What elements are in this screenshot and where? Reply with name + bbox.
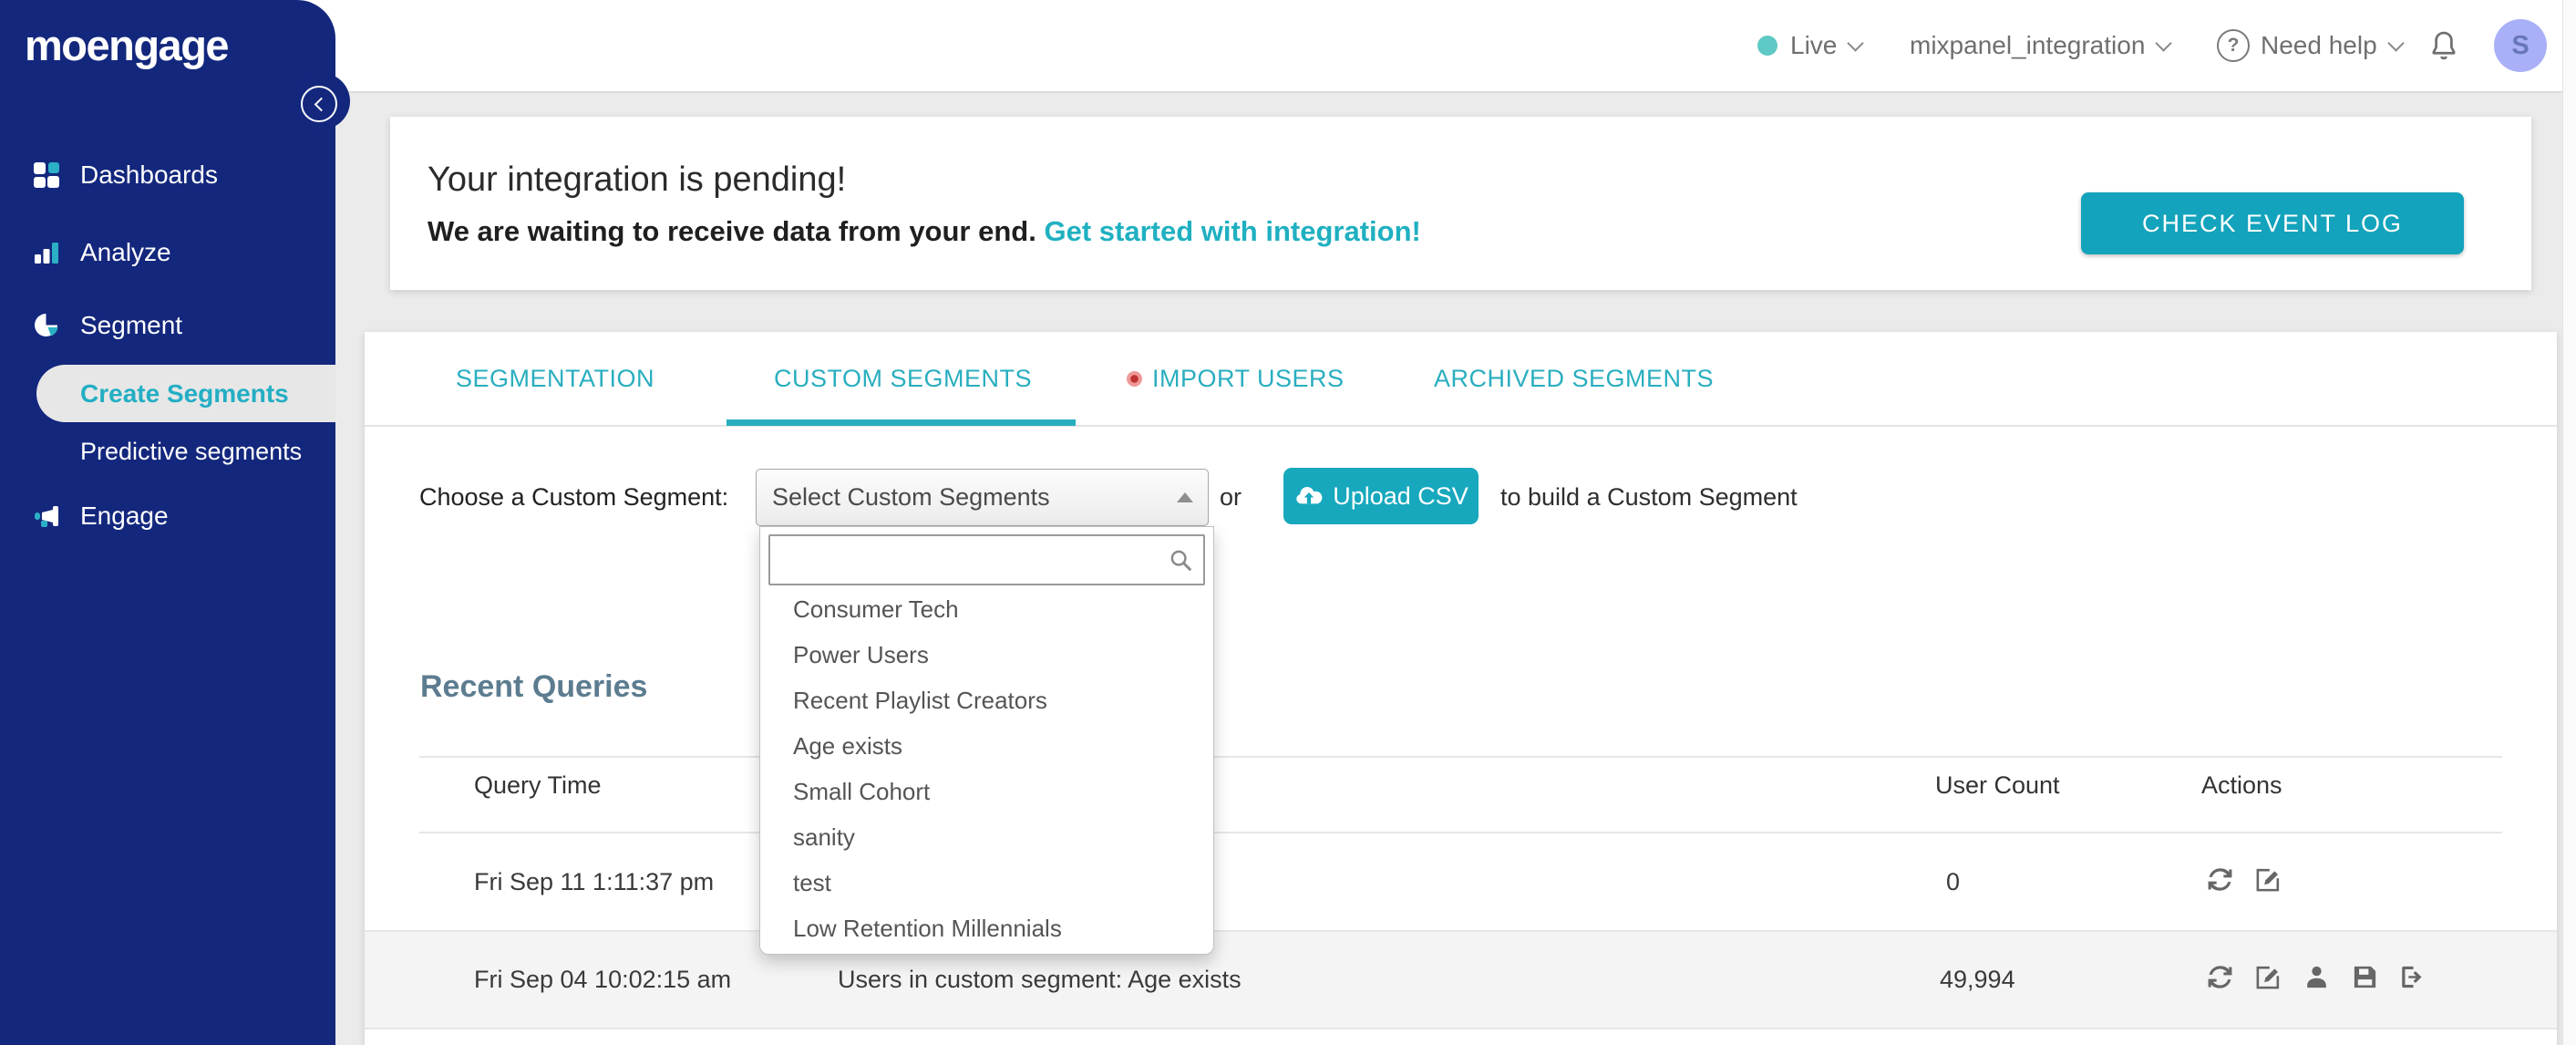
user-avatar[interactable]: S bbox=[2494, 19, 2547, 72]
environment-label: Live bbox=[1790, 31, 1838, 59]
tab-bar: SEGMENTATION CUSTOM SEGMENTS IMPORT USER… bbox=[365, 332, 2557, 427]
chevron-down-icon bbox=[1847, 34, 1865, 52]
check-event-log-button[interactable]: CHECK EVENT LOG bbox=[2081, 192, 2464, 254]
question-circle-icon: ? bbox=[2217, 29, 2250, 62]
chevron-down-icon bbox=[2386, 34, 2405, 52]
build-segment-text: to build a Custom Segment bbox=[1500, 483, 1798, 511]
dropdown-option[interactable]: test bbox=[760, 860, 1213, 905]
dropdown-option[interactable]: Low Retention Millennials bbox=[760, 905, 1213, 951]
environment-switcher[interactable]: Live bbox=[1757, 0, 1865, 91]
column-header-query-time: Query Time bbox=[474, 771, 602, 799]
workspace-name: mixpanel_integration bbox=[1910, 31, 2146, 59]
divider bbox=[365, 1028, 2557, 1029]
edit-icon[interactable] bbox=[2254, 963, 2282, 991]
row-actions bbox=[2206, 865, 2282, 894]
sidebar-item-label: Dashboards bbox=[80, 160, 218, 189]
user-count-cell: 0 bbox=[1946, 868, 1961, 895]
sidebar-item-predictive-segments[interactable]: Predictive segments bbox=[0, 424, 335, 479]
tab-label: IMPORT USERS bbox=[1152, 364, 1345, 392]
live-status-icon bbox=[1757, 36, 1777, 56]
banner-title: Your integration is pending! bbox=[428, 160, 847, 199]
chevron-left-icon bbox=[314, 97, 328, 111]
tab-segmentation[interactable]: SEGMENTATION bbox=[456, 332, 654, 425]
cloud-upload-icon bbox=[1296, 487, 1323, 504]
choose-segment-label: Choose a Custom Segment: bbox=[419, 483, 729, 511]
segment-search-input[interactable] bbox=[776, 540, 1144, 578]
sidebar-item-create-segments[interactable]: Create Segments bbox=[36, 365, 335, 422]
moengage-logo[interactable]: moengage bbox=[25, 20, 230, 70]
banner-subtitle: We are waiting to receive data from your… bbox=[428, 215, 1421, 248]
sidebar: moengage Dashboards Analyze Segment Crea… bbox=[0, 0, 350, 1045]
chevron-down-icon bbox=[2155, 34, 2173, 52]
sidebar-item-segment[interactable]: Segment bbox=[0, 298, 335, 353]
column-header-user-count: User Count bbox=[1935, 771, 2060, 799]
moengage-app: Live mixpanel_integration ? Need help S … bbox=[0, 0, 2576, 1045]
recent-queries-title: Recent Queries bbox=[420, 669, 648, 704]
sidebar-item-label: Engage bbox=[80, 502, 169, 530]
divider bbox=[419, 832, 2502, 833]
import-alert-icon bbox=[1127, 370, 1142, 387]
bell-icon bbox=[2432, 31, 2456, 60]
dashboards-grid-icon bbox=[34, 162, 59, 188]
edit-icon[interactable] bbox=[2254, 865, 2282, 894]
active-tab-indicator bbox=[726, 419, 1076, 426]
refresh-icon[interactable] bbox=[2206, 865, 2234, 894]
tab-label: ARCHIVED SEGMENTS bbox=[1434, 364, 1715, 392]
sidebar-item-label: Predictive segments bbox=[80, 437, 303, 465]
segment-search-box bbox=[768, 534, 1205, 585]
tab-custom-segments[interactable]: CUSTOM SEGMENTS bbox=[774, 332, 1032, 425]
select-value: Select Custom Segments bbox=[772, 483, 1050, 511]
sidebar-item-label: Create Segments bbox=[80, 378, 289, 408]
top-header: Live mixpanel_integration ? Need help S bbox=[0, 0, 2576, 93]
bar-chart-icon bbox=[35, 243, 58, 264]
avatar-initial: S bbox=[2511, 30, 2530, 60]
integration-pending-banner: Your integration is pending! We are wait… bbox=[390, 117, 2531, 290]
row-actions bbox=[2206, 963, 2427, 991]
help-menu[interactable]: ? Need help bbox=[2217, 0, 2405, 91]
tab-import-users[interactable]: IMPORT USERS bbox=[1127, 332, 1345, 425]
megaphone-icon bbox=[35, 506, 58, 527]
column-header-actions: Actions bbox=[2201, 771, 2282, 799]
query-time-cell: Fri Sep 11 1:11:37 pm bbox=[474, 868, 715, 895]
query-info-cell: Users in custom segment: Age exists bbox=[838, 966, 1242, 993]
export-icon[interactable] bbox=[2399, 963, 2427, 991]
dropdown-option[interactable]: Recent Playlist Creators bbox=[760, 678, 1213, 723]
help-label: Need help bbox=[2261, 31, 2377, 59]
dropdown-option[interactable]: Age exists bbox=[760, 723, 1213, 769]
divider bbox=[365, 930, 2557, 932]
divider bbox=[419, 756, 2502, 758]
dropdown-option[interactable]: Consumer Tech bbox=[760, 586, 1213, 632]
dropdown-option[interactable]: Power Users bbox=[760, 632, 1213, 678]
upload-csv-button[interactable]: Upload CSV bbox=[1283, 468, 1479, 524]
get-started-link[interactable]: Get started with integration! bbox=[1044, 215, 1420, 247]
workspace-switcher[interactable]: mixpanel_integration bbox=[1910, 0, 2173, 91]
scrollbar[interactable] bbox=[2562, 0, 2576, 1045]
sidebar-item-label: Analyze bbox=[80, 238, 171, 266]
sidebar-collapse-button[interactable] bbox=[301, 86, 337, 122]
search-icon bbox=[1170, 550, 1192, 572]
triangle-up-icon bbox=[1177, 492, 1193, 502]
sidebar-item-engage[interactable]: Engage bbox=[0, 489, 335, 543]
dropdown-option[interactable]: Small Cohort bbox=[760, 769, 1213, 814]
sidebar-item-dashboards[interactable]: Dashboards bbox=[0, 148, 335, 202]
query-time-cell: Fri Sep 04 10:02:15 am bbox=[474, 966, 732, 993]
refresh-icon[interactable] bbox=[2206, 963, 2234, 991]
banner-subtitle-text: We are waiting to receive data from your… bbox=[428, 215, 1036, 247]
sidebar-item-analyze[interactable]: Analyze bbox=[0, 225, 335, 280]
user-count-cell: 49,994 bbox=[1940, 966, 2015, 993]
upload-csv-label: Upload CSV bbox=[1333, 481, 1468, 510]
save-icon[interactable] bbox=[2351, 963, 2379, 991]
tab-label: SEGMENTATION bbox=[456, 364, 655, 392]
or-text: or bbox=[1220, 483, 1242, 511]
custom-segment-dropdown: Consumer Tech Power Users Recent Playlis… bbox=[759, 526, 1214, 955]
pie-chart-icon bbox=[35, 314, 58, 336]
notifications-button[interactable] bbox=[2427, 0, 2461, 91]
tab-label: CUSTOM SEGMENTS bbox=[774, 364, 1033, 392]
user-icon[interactable] bbox=[2303, 963, 2331, 991]
segments-panel: SEGMENTATION CUSTOM SEGMENTS IMPORT USER… bbox=[365, 332, 2557, 1045]
tab-archived-segments[interactable]: ARCHIVED SEGMENTS bbox=[1434, 332, 1714, 425]
custom-segment-select[interactable]: Select Custom Segments bbox=[756, 469, 1209, 526]
dropdown-option[interactable]: sanity bbox=[760, 814, 1213, 860]
sidebar-item-label: Segment bbox=[80, 311, 183, 339]
